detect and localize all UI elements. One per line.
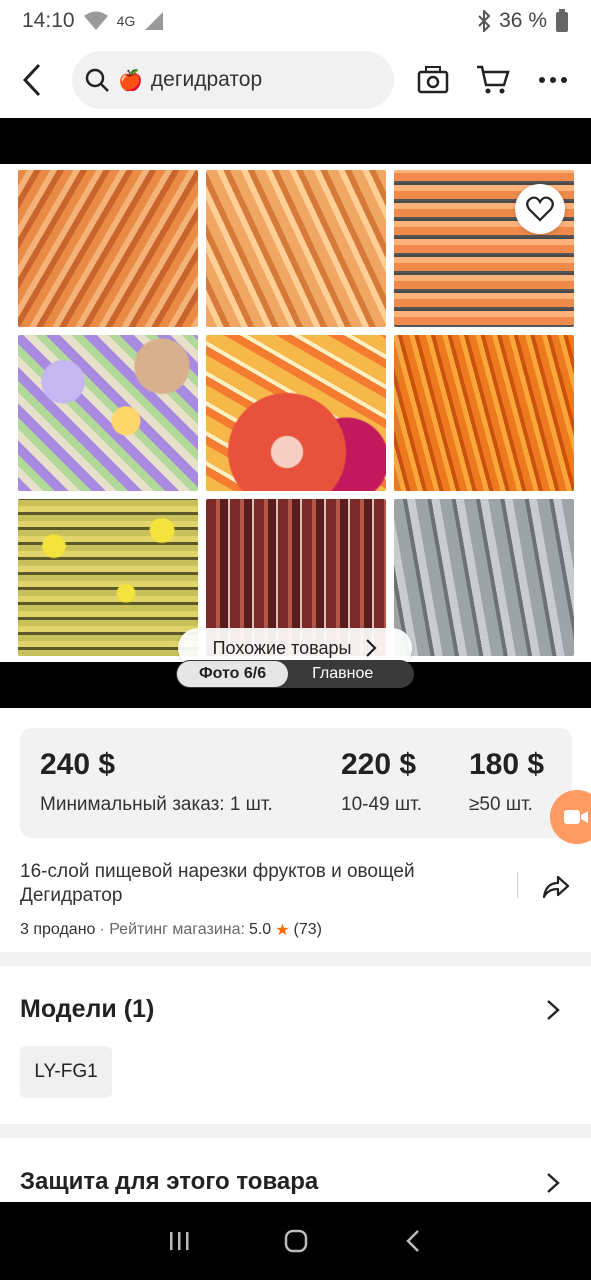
- status-right: 36 %: [477, 9, 569, 33]
- chevron-right-icon[interactable]: [543, 998, 563, 1022]
- price-tier-2: 220 $: [341, 748, 417, 781]
- signal-icon: [145, 12, 164, 30]
- protection-title[interactable]: Защита для этого товара: [20, 1168, 318, 1196]
- chevron-right-icon[interactable]: [543, 1171, 563, 1195]
- favorite-button[interactable]: [515, 184, 565, 234]
- system-back-button[interactable]: [393, 1221, 433, 1261]
- review-count[interactable]: (73): [294, 921, 322, 939]
- section-separator: [0, 1124, 591, 1138]
- gallery-tabs: Фото 6/6 Главное: [176, 660, 414, 688]
- price-tiers-card: 240 $ Минимальный заказ: 1 шт. 220 $ 10-…: [20, 728, 572, 838]
- collage-tile: [18, 334, 198, 492]
- status-time: 14:10: [22, 9, 75, 32]
- search-input[interactable]: 🍎 дегидратор: [72, 51, 394, 109]
- sold-count: 3 продано: [20, 921, 96, 938]
- back-button[interactable]: [12, 55, 52, 105]
- model-option-chip[interactable]: LY-FG1: [20, 1046, 112, 1098]
- header-actions: [413, 60, 579, 100]
- price-tier-2-note: 10-49 шт.: [341, 794, 422, 815]
- chevron-right-icon: [366, 639, 377, 657]
- collage-tile: [206, 334, 386, 492]
- share-icon: [542, 875, 570, 899]
- recent-apps-button[interactable]: [159, 1221, 199, 1261]
- collage-tile: [18, 170, 198, 327]
- price-tier-1: 240 $: [40, 748, 116, 781]
- status-left: 14:10 4G: [22, 9, 165, 33]
- bluetooth-icon: [478, 10, 491, 32]
- store-rating-value: 5.0: [248, 921, 272, 938]
- tab-main[interactable]: Главное: [288, 665, 373, 683]
- more-menu-button[interactable]: [533, 60, 573, 100]
- home-icon: [284, 1229, 307, 1253]
- section-separator: [0, 952, 591, 966]
- price-tier-1-note: Минимальный заказ: 1 шт.: [40, 794, 273, 815]
- collage-tile: [394, 334, 574, 492]
- status-bar: 14:10 4G 36 %: [0, 0, 591, 42]
- search-query: дегидратор: [150, 68, 263, 91]
- collage-tile: [18, 499, 198, 656]
- price-tier-3: 180 $: [469, 748, 545, 781]
- system-nav-bar: [0, 1202, 591, 1280]
- product-title: 16-слой пищевой нарезки фруктов и овощей…: [20, 861, 415, 906]
- collage-tile: [206, 170, 386, 327]
- back-chevron-icon: [405, 1230, 419, 1252]
- product-stats: 3 продано · Рейтинг магазина: 5.0 ★ (73): [20, 920, 322, 940]
- image-collage: [18, 170, 574, 656]
- recents-icon: [169, 1232, 188, 1250]
- wifi-icon: [83, 11, 108, 30]
- collage-tile: [394, 499, 574, 656]
- share-button[interactable]: [536, 870, 576, 904]
- price-tier-3-note: ≥50 шт.: [469, 794, 533, 815]
- product-gallery[interactable]: Похожие товары Фото 6/6 Главное: [0, 118, 591, 708]
- cart-button[interactable]: [473, 60, 513, 100]
- battery-percent: 36 %: [499, 9, 547, 32]
- network-type: 4G: [116, 13, 136, 29]
- search-icon: [85, 68, 109, 92]
- top-app-bar: 🍎 дегидратор: [0, 42, 591, 118]
- store-rating-label: · Рейтинг магазина:: [99, 921, 245, 938]
- back-arrow-icon: [22, 63, 41, 97]
- apple-emoji-icon: 🍎: [118, 69, 143, 92]
- camera-icon: [417, 66, 449, 94]
- camera-search-button[interactable]: [413, 60, 453, 100]
- heart-icon: [526, 196, 554, 222]
- more-dots-icon: [539, 77, 567, 83]
- similar-items-label: Похожие товары: [212, 637, 352, 658]
- home-button[interactable]: [276, 1221, 316, 1261]
- cart-icon: [477, 65, 510, 94]
- vertical-divider: [517, 872, 518, 898]
- models-title[interactable]: Модели (1): [20, 995, 154, 1024]
- tab-photos[interactable]: Фото 6/6: [177, 661, 289, 687]
- product-image[interactable]: Похожие товары: [0, 164, 591, 668]
- video-chat-icon: [564, 810, 588, 824]
- battery-icon: [556, 9, 568, 32]
- star-icon: ★: [275, 922, 290, 939]
